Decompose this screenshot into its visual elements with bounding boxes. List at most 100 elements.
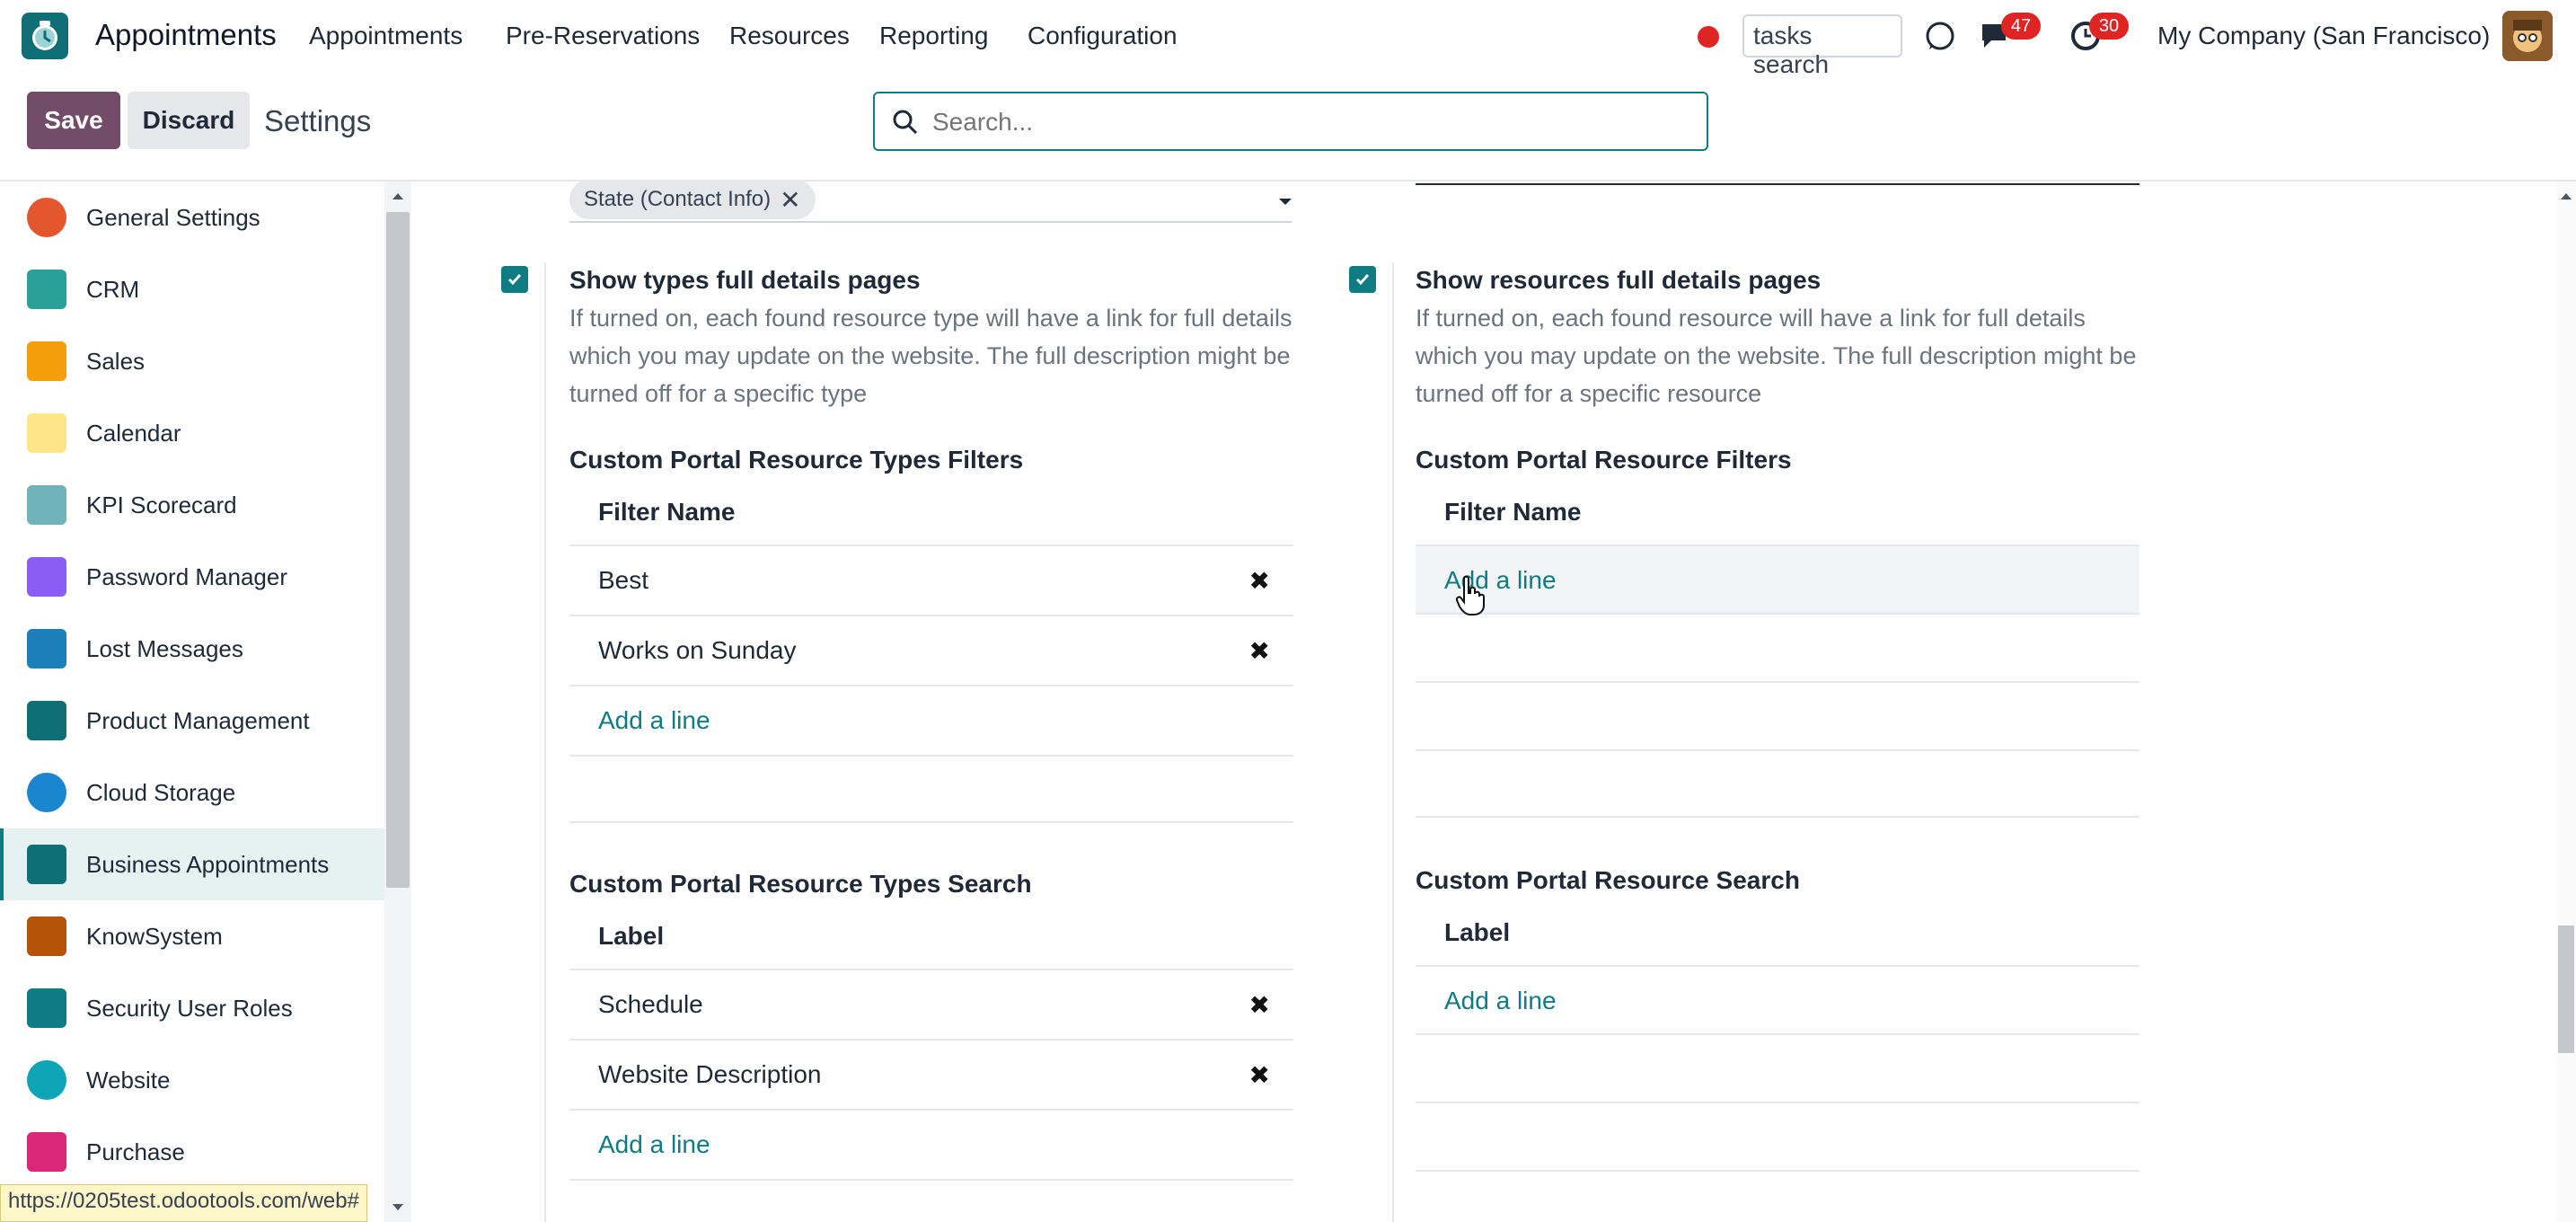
- app-name[interactable]: Appointments: [95, 18, 277, 52]
- sidebar-item-kpi-scorecard[interactable]: KPI Scorecard: [0, 469, 384, 541]
- show-resources-details-title: Show resources full details pages: [1416, 266, 1822, 294]
- tasks-search-input[interactable]: tasks search: [1742, 14, 1902, 78]
- sidebar-item-product-management[interactable]: Product Management: [0, 685, 384, 757]
- menu-appointments[interactable]: Appointments: [309, 22, 463, 50]
- types-search-title: Custom Portal Resource Types Search: [569, 870, 1032, 898]
- sidebar-item-label: Sales: [86, 347, 146, 375]
- empty-row: [1416, 1102, 2139, 1172]
- resource-search-title: Custom Portal Resource Search: [1416, 866, 1800, 894]
- table-row[interactable]: Works on Sunday ✖: [569, 615, 1293, 685]
- add-line-row[interactable]: Add a line: [1416, 545, 2139, 615]
- tag-remove-icon[interactable]: ✕: [780, 185, 800, 215]
- table-row[interactable]: Best ✖: [569, 545, 1293, 615]
- sidebar-item-label: Lost Messages: [86, 634, 243, 662]
- sidebar-item-sales[interactable]: Sales: [0, 325, 384, 397]
- sidebar-item-website[interactable]: Website: [0, 1044, 384, 1116]
- resource-filters-header: Filter Name: [1444, 498, 1582, 526]
- sidebar-item-knowsystem[interactable]: KnowSystem: [0, 900, 384, 972]
- tag-state-contact-info[interactable]: State (Contact Info) ✕: [569, 180, 816, 219]
- delete-row-icon[interactable]: ✖: [1249, 1060, 1270, 1090]
- row-value[interactable]: Schedule: [598, 990, 703, 1019]
- row-value[interactable]: Works on Sunday: [598, 636, 797, 665]
- user-avatar[interactable]: [2502, 11, 2553, 61]
- row-value[interactable]: Best: [598, 566, 648, 595]
- sales-icon: [27, 341, 66, 381]
- settings-search-box[interactable]: [873, 92, 1708, 151]
- menu-resources[interactable]: Resources: [729, 22, 850, 50]
- resource-filters-title: Custom Portal Resource Filters: [1416, 446, 1792, 474]
- add-line-row[interactable]: Add a line: [569, 1109, 1293, 1179]
- delete-row-icon[interactable]: ✖: [1249, 636, 1270, 666]
- appointments-app-icon[interactable]: [22, 13, 68, 59]
- sidebar-item-label: KnowSystem: [86, 922, 223, 950]
- delete-row-icon[interactable]: ✖: [1249, 990, 1270, 1020]
- kpi-scorecard-icon: [27, 485, 66, 525]
- discard-button[interactable]: Discard: [128, 92, 250, 149]
- sidebar-item-security-user-roles[interactable]: Security User Roles: [0, 972, 384, 1044]
- empty-row: [1416, 1170, 2139, 1222]
- empty-row: [1416, 1033, 2139, 1103]
- sidebar-item-general-settings[interactable]: General Settings: [0, 182, 384, 253]
- row-value[interactable]: Website Description: [598, 1060, 821, 1089]
- table-bottom-border: [1416, 816, 2139, 818]
- show-types-details-checkbox[interactable]: [501, 266, 528, 293]
- search-input[interactable]: [932, 106, 1687, 138]
- sidebar-item-calendar[interactable]: Calendar: [0, 397, 384, 469]
- add-line-link[interactable]: Add a line: [598, 1130, 710, 1159]
- add-line-link[interactable]: Add a line: [1444, 987, 1557, 1015]
- sidebar-item-label: CRM: [86, 275, 140, 303]
- empty-row: [1416, 749, 2139, 819]
- cloud-storage-icon: [27, 773, 66, 812]
- empty-row: [1416, 681, 2139, 751]
- sidebar-scrollbar-thumb[interactable]: [386, 212, 410, 888]
- add-line-row[interactable]: Add a line: [569, 685, 1293, 755]
- page-title: Settings: [264, 104, 372, 137]
- tag-dropdown-chevron-icon[interactable]: [1277, 196, 1293, 212]
- content-scrollbar[interactable]: [2556, 182, 2576, 1222]
- recording-indicator-icon[interactable]: [1698, 26, 1719, 48]
- menu-reporting[interactable]: Reporting: [879, 22, 988, 50]
- sidebar-item-purchase[interactable]: Purchase: [0, 1116, 384, 1188]
- sidebar-item-label: Product Management: [86, 706, 310, 734]
- tag-label: State (Contact Info): [584, 187, 772, 211]
- show-types-details-title: Show types full details pages: [569, 266, 921, 294]
- menu-configuration[interactable]: Configuration: [1028, 22, 1178, 50]
- right-setting-divider: [1392, 262, 1394, 1222]
- add-line-row[interactable]: Add a line: [1416, 965, 2139, 1035]
- sidebar-item-label: Password Manager: [86, 562, 287, 590]
- table-bottom-border: [569, 821, 1293, 823]
- messages-count-badge: 47: [2001, 13, 2041, 40]
- menu-pre-reservations[interactable]: Pre-Reservations: [506, 22, 700, 50]
- security-user-roles-icon: [27, 988, 66, 1028]
- table-row[interactable]: Website Description ✖: [569, 1039, 1293, 1109]
- product-management-icon: [27, 701, 66, 740]
- sidebar-item-label: General Settings: [86, 203, 260, 231]
- company-switcher[interactable]: My Company (San Francisco): [2157, 22, 2490, 50]
- types-filters-header: Filter Name: [598, 498, 736, 526]
- add-line-link[interactable]: Add a line: [598, 706, 710, 735]
- empty-row: [569, 1179, 1293, 1222]
- table-row[interactable]: Schedule ✖: [569, 969, 1293, 1039]
- sidebar-item-lost-messages[interactable]: Lost Messages: [0, 613, 384, 685]
- sidebar-scroll-up-arrow-icon[interactable]: [392, 189, 404, 205]
- sidebar-item-cloud-storage[interactable]: Cloud Storage: [0, 757, 384, 828]
- lost-messages-icon: [27, 629, 66, 669]
- types-filters-title: Custom Portal Resource Types Filters: [569, 446, 1024, 474]
- sidebar-scroll-down-arrow-icon[interactable]: [392, 1200, 404, 1217]
- sidebar-item-business-appointments[interactable]: Business Appointments: [0, 828, 384, 900]
- save-button[interactable]: Save: [27, 92, 120, 149]
- delete-row-icon[interactable]: ✖: [1249, 566, 1270, 596]
- content-scrollbar-thumb[interactable]: [2558, 925, 2574, 1053]
- sidebar-item-label: Business Appointments: [86, 850, 330, 878]
- sidebar-item-crm[interactable]: CRM: [0, 253, 384, 325]
- discuss-icon[interactable]: [1922, 18, 1958, 54]
- scroll-up-arrow-icon[interactable]: [2560, 189, 2572, 205]
- sidebar-item-label: Security User Roles: [86, 994, 293, 1022]
- show-resources-details-checkbox[interactable]: [1349, 266, 1376, 293]
- empty-row: [569, 755, 1293, 825]
- sidebar-item-password-manager[interactable]: Password Manager: [0, 541, 384, 613]
- types-search-header: Label: [598, 922, 665, 950]
- show-resources-details-description: If turned on, each found resource will h…: [1416, 305, 2137, 407]
- password-manager-icon: [27, 557, 66, 597]
- sidebar-item-label: Purchase: [86, 1138, 185, 1165]
